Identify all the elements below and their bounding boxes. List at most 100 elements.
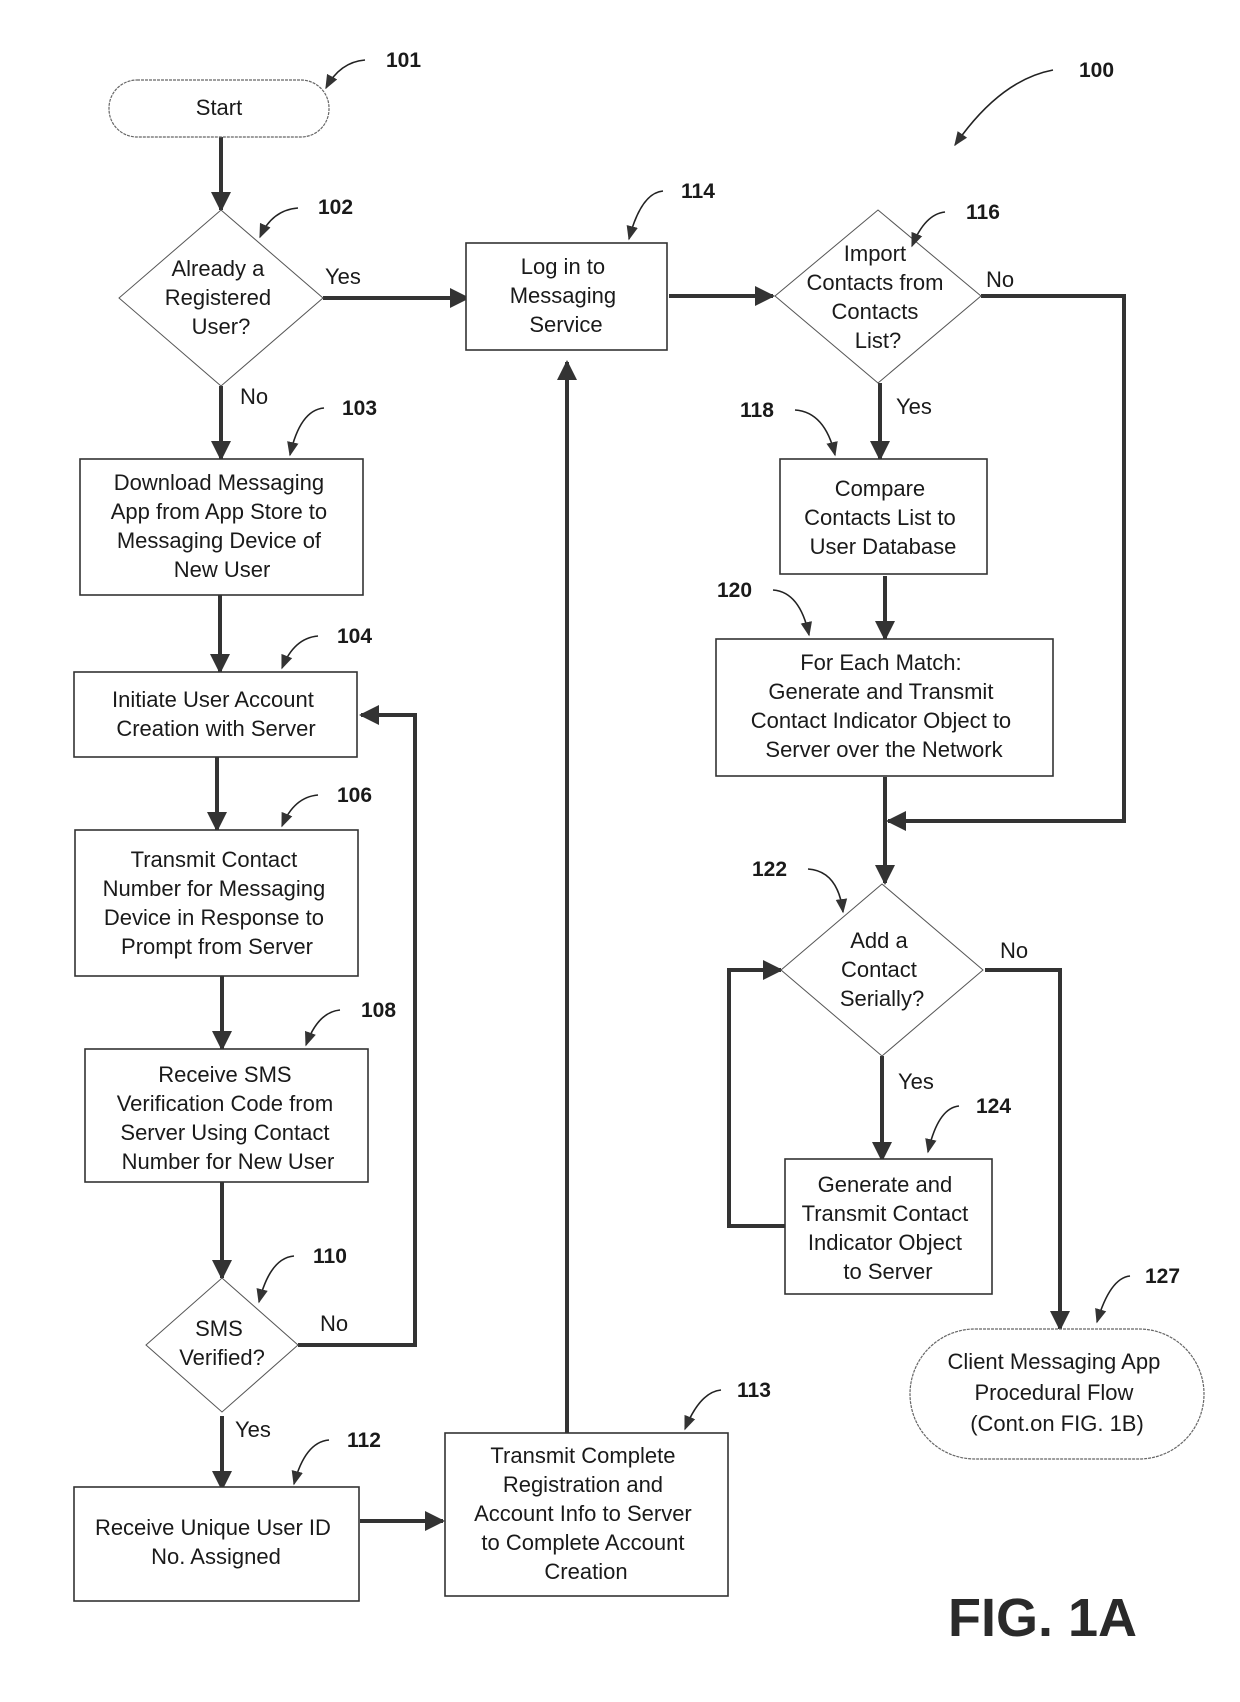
leader-arrow-127: [1095, 1275, 1131, 1324]
leader-arrow-118: [794, 409, 838, 457]
ref-110: 110: [313, 1245, 347, 1268]
node-127-line: Client Messaging App: [948, 1349, 1161, 1374]
node-124-line: Indicator Object: [808, 1230, 962, 1255]
node-116-line: Contacts: [832, 299, 919, 324]
ref-120: 120: [717, 579, 752, 602]
leader-arrow-112: [291, 1439, 330, 1486]
figure-label: FIG. 1A: [948, 1588, 1137, 1648]
edge-label-no: No: [240, 384, 268, 409]
node-116: Import Contacts from Contacts List?: [774, 209, 982, 384]
connectors: [207, 137, 1126, 1531]
node-116-line: Import: [844, 241, 906, 266]
leader-arrow-116: [911, 211, 946, 248]
ref-104: 104: [337, 625, 372, 648]
ref-108: 108: [361, 999, 396, 1022]
node-101-text: Start: [196, 95, 242, 120]
leader-arrow-110: [256, 1255, 295, 1304]
ref-100: 100: [1079, 59, 1114, 82]
node-108-line: Receive SMS: [158, 1062, 291, 1087]
node-116-line: Contacts from: [806, 270, 943, 295]
edge-label-yes: Yes: [235, 1417, 271, 1442]
node-114-line: Log in to: [521, 254, 605, 279]
node-101: Start: [108, 79, 330, 138]
node-127-line: (Cont.on FIG. 1B): [970, 1411, 1144, 1436]
ref-118: 118: [740, 399, 774, 422]
node-114-line: Messaging: [510, 283, 616, 308]
node-104-line: Initiate User Account: [112, 687, 314, 712]
node-124: Generate and Transmit Contact Indicator …: [784, 1158, 993, 1295]
node-103-line: Download Messaging: [114, 470, 324, 495]
node-110: SMS Verified?: [145, 1277, 299, 1413]
node-108-line: Verification Code from: [117, 1091, 333, 1116]
ref-116: 116: [966, 201, 1000, 224]
node-110-line: Verified?: [179, 1345, 265, 1370]
node-103-line: App from App Store to: [111, 499, 327, 524]
node-112-line: No. Assigned: [151, 1544, 281, 1569]
leader-arrow-124: [925, 1105, 960, 1154]
node-102-line: User?: [192, 314, 251, 339]
node-122-line: Serially?: [840, 986, 924, 1011]
node-103: Download Messaging App from App Store to…: [79, 458, 364, 596]
node-124-line: Transmit Contact: [802, 1201, 969, 1226]
leader-arrow-122: [807, 868, 848, 914]
leader-arrow-102: [259, 207, 299, 239]
node-122: Add a Contact Serially?: [780, 883, 984, 1057]
leader-arrow-101: [325, 59, 366, 90]
node-106: Transmit Contact Number for Messaging De…: [74, 829, 359, 977]
node-108: Receive SMS Verification Code from Serve…: [84, 1048, 369, 1183]
leader-arrow-103: [287, 407, 325, 457]
node-120-line: Generate and Transmit: [768, 679, 993, 704]
node-113: Transmit Complete Registration and Accou…: [444, 1432, 729, 1597]
node-104: Initiate User Account Creation with Serv…: [73, 671, 358, 758]
ref-114: 114: [681, 180, 715, 203]
node-127-text: Client Messaging App Procedural Flow (Co…: [948, 1349, 1167, 1436]
node-102-line: Registered: [165, 285, 271, 310]
node-112: Receive Unique User ID No. Assigned: [73, 1486, 360, 1602]
node-118-line: Compare: [835, 476, 925, 501]
node-118: Compare Contacts List to User Database: [779, 458, 988, 575]
ref-113: 113: [737, 1379, 771, 1402]
node-110-line: SMS: [195, 1316, 243, 1341]
node-113-line: Transmit Complete: [490, 1443, 675, 1468]
node-106-line: Number for Messaging: [103, 876, 326, 901]
node-122-text: Add a Contact Serially?: [840, 928, 924, 1011]
node-106-line: Prompt from Server: [121, 934, 313, 959]
node-113-line: Account Info to Server: [474, 1501, 692, 1526]
node-118-line: User Database: [810, 534, 957, 559]
ref-124: 124: [976, 1095, 1011, 1118]
node-120-line: Contact Indicator Object to: [751, 708, 1011, 733]
node-116-line: List?: [855, 328, 901, 353]
node-127-line: Procedural Flow: [974, 1380, 1133, 1405]
node-120: For Each Match: Generate and Transmit Co…: [715, 638, 1054, 777]
node-124-line: Generate and: [818, 1172, 953, 1197]
ref-102: 102: [318, 196, 353, 219]
node-108-line: Server Using Contact: [120, 1120, 329, 1145]
node-113-line: to Complete Account: [481, 1530, 684, 1555]
node-114: Log in to Messaging Service: [465, 242, 668, 351]
decision-import-contacts: [774, 209, 982, 384]
node-124-line: to Server: [843, 1259, 932, 1284]
ref-112: 112: [347, 1429, 381, 1452]
node-102-line: Already a: [171, 256, 265, 281]
edge-label-no: No: [1000, 938, 1028, 963]
node-103-line: New User: [174, 557, 271, 582]
node-103-line: Messaging Device of: [117, 528, 322, 553]
ref-127: 127: [1145, 1265, 1180, 1288]
edge-label-yes: Yes: [896, 394, 932, 419]
node-112-line: Receive Unique User ID: [95, 1515, 331, 1540]
edge-label-yes: Yes: [325, 264, 361, 289]
node-122-line: Contact: [841, 957, 917, 982]
edge-label-yes: Yes: [898, 1069, 934, 1094]
leader-arrow-100: [954, 69, 1054, 147]
node-127: Client Messaging App Procedural Flow (Co…: [909, 1328, 1205, 1460]
node-106-line: Device in Response to: [104, 905, 324, 930]
leader-arrow-120: [772, 589, 812, 637]
leader-arrow-114: [626, 190, 664, 241]
edge-label-no: No: [320, 1311, 348, 1336]
node-122-line: Add a: [850, 928, 908, 953]
node-101-line: Start: [196, 95, 242, 120]
leader-arrow-113: [684, 1389, 722, 1431]
node-113-line: Creation: [544, 1559, 627, 1584]
edge-124-122: [727, 960, 787, 1228]
ref-106: 106: [337, 784, 372, 807]
